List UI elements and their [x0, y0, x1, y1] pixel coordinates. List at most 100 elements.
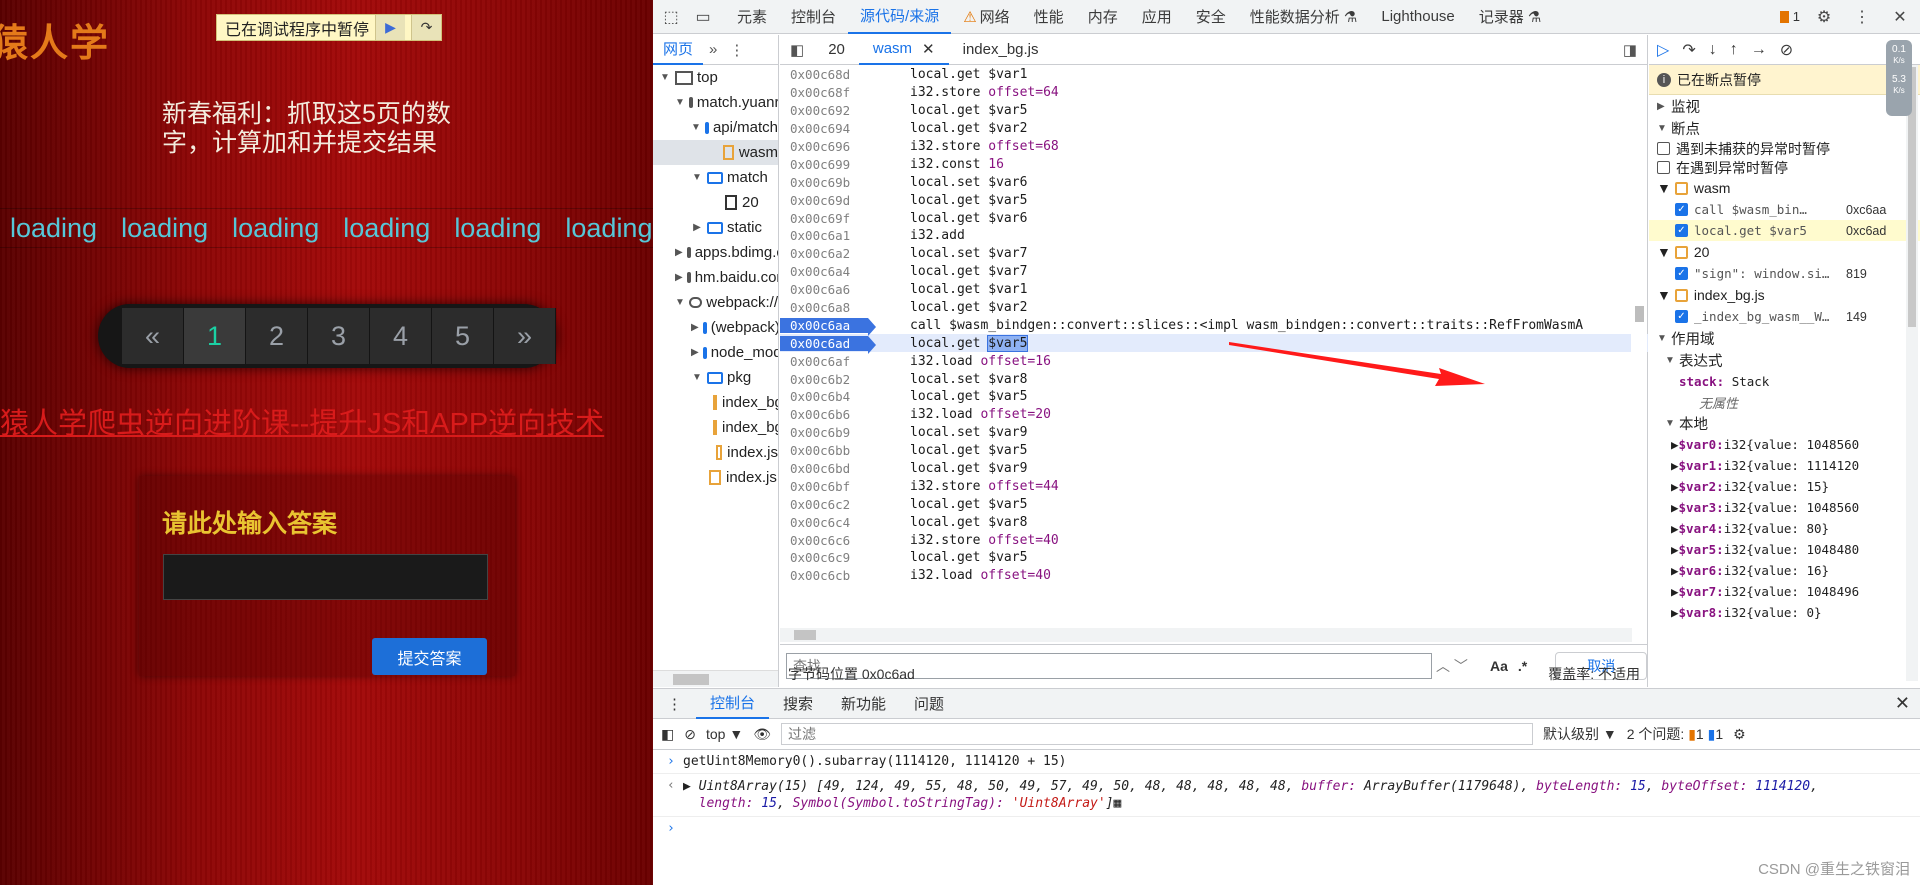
breakpoint-marker[interactable]: 0x00c6ad: [780, 335, 876, 354]
line-address[interactable]: 0x00c699: [780, 157, 868, 172]
code-line[interactable]: 0x00c6af i32.load offset=16: [780, 352, 1648, 370]
drawer-tab[interactable]: 搜索: [769, 689, 827, 719]
devtools-tab[interactable]: ⚠ 网络: [951, 0, 1021, 34]
line-address[interactable]: 0x00c6b4: [780, 389, 868, 404]
tree-item[interactable]: ▶ node_modules: [653, 340, 778, 365]
page-button[interactable]: »: [494, 308, 556, 364]
tree-item[interactable]: index_bg.js: [653, 390, 778, 415]
checkbox-checked-icon[interactable]: ✓: [1675, 310, 1688, 323]
tree-item[interactable]: ▶ (webpack): [653, 315, 778, 340]
local-variable[interactable]: ▶ $var8: i32 {value: 0}: [1649, 602, 1920, 623]
code-line[interactable]: 0x00c69f local.get $var6: [780, 209, 1648, 227]
resume-icon[interactable]: ▶: [375, 15, 406, 40]
code-line[interactable]: 0x00c6cb i32.load offset=40: [780, 567, 1648, 585]
line-address[interactable]: 0x00c6c6: [780, 533, 868, 548]
answer-input[interactable]: [163, 554, 488, 600]
tree-item[interactable]: ▼ webpack://: [653, 290, 778, 315]
editor-horizontal-scrollbar[interactable]: [780, 628, 1632, 642]
devtools-tab[interactable]: 应用: [1130, 0, 1184, 34]
breakpoint-item[interactable]: ✓ _index_bg_wasm__W… 149: [1649, 306, 1920, 327]
devtools-tab[interactable]: 记录器 ⚗: [1467, 0, 1554, 34]
line-address[interactable]: 0x00c6af: [780, 354, 868, 369]
local-variable[interactable]: ▶ $var6: i32 {value: 16}: [1649, 560, 1920, 581]
local-variable[interactable]: ▶ $var1: i32 {value: 1114120: [1649, 455, 1920, 476]
pause-uncaught-checkbox[interactable]: 遇到未捕获的异常时暂停: [1649, 139, 1920, 158]
line-address[interactable]: 0x00c6bf: [780, 479, 868, 494]
console-filter-input[interactable]: 过滤: [780, 723, 1533, 745]
device-toolbar-icon[interactable]: ▭: [689, 3, 717, 31]
code-line[interactable]: 0x00c6aa call $wasm_bindgen::convert::sli…: [780, 316, 1648, 336]
section-local[interactable]: ▼ 本地: [1649, 412, 1920, 434]
log-level-select[interactable]: 默认级别 ▼: [1543, 724, 1617, 744]
devtools-tab[interactable]: 安全: [1184, 0, 1238, 34]
breakpoint-file-group[interactable]: ▼ index_bg.js: [1649, 284, 1920, 306]
step-over-icon[interactable]: ↷: [1682, 40, 1695, 60]
tree-item[interactable]: ▼ api/match: [653, 115, 778, 140]
line-address[interactable]: 0x00c6a4: [780, 264, 868, 279]
checkbox-checked-icon[interactable]: ✓: [1675, 224, 1688, 237]
code-line[interactable]: 0x00c699 i32.const 16: [780, 155, 1648, 173]
live-expression-eye-icon[interactable]: 👁: [753, 726, 771, 743]
settings-gear-icon[interactable]: ⚙: [1810, 3, 1838, 31]
page-button[interactable]: «: [122, 308, 184, 364]
code-line[interactable]: 0x00c68d local.get $var1: [780, 66, 1648, 84]
tree-item[interactable]: ▼ top: [653, 65, 778, 90]
close-tab-icon[interactable]: ✕: [922, 40, 935, 58]
expand-arrow-icon[interactable]: ▶: [683, 779, 691, 794]
page-button[interactable]: 4: [370, 308, 432, 364]
close-devtools-icon[interactable]: ✕: [1886, 3, 1914, 31]
page-button[interactable]: 3: [308, 308, 370, 364]
code-line[interactable]: 0x00c6a8 local.get $var2: [780, 299, 1648, 317]
code-line[interactable]: 0x00c6ad local.get $var5: [780, 334, 1648, 354]
line-address[interactable]: 0x00c68d: [780, 67, 868, 82]
line-address[interactable]: 0x00c6a1: [780, 228, 868, 243]
section-expression[interactable]: ▼ 表达式: [1649, 349, 1920, 371]
inspect-element-icon[interactable]: ⬚: [657, 3, 685, 31]
line-address[interactable]: 0x00c6c9: [780, 550, 868, 565]
code-line[interactable]: 0x00c6bd local.get $var9: [780, 460, 1648, 478]
line-address[interactable]: 0x00c696: [780, 139, 868, 154]
page-button[interactable]: 1: [184, 308, 246, 364]
code-line[interactable]: 0x00c6c9 local.get $var5: [780, 549, 1648, 567]
local-variable[interactable]: ▶ $var7: i32 {value: 1048496: [1649, 581, 1920, 602]
section-breakpoints[interactable]: ▼ 断点: [1649, 117, 1920, 139]
resume-icon[interactable]: ▷: [1657, 40, 1669, 60]
line-address[interactable]: 0x00c6b2: [780, 372, 868, 387]
line-address[interactable]: 0x00c6a6: [780, 282, 868, 297]
console-settings-icon[interactable]: ⚙: [1733, 726, 1746, 743]
code-line[interactable]: 0x00c6b6 i32.load offset=20: [780, 406, 1648, 424]
code-line[interactable]: 0x00c6c6 i32.store offset=40: [780, 531, 1648, 549]
checkbox-checked-icon[interactable]: ✓: [1675, 203, 1688, 216]
clear-console-icon[interactable]: ⊘: [684, 726, 696, 743]
devtools-tab[interactable]: 性能数据分析 ⚗: [1238, 0, 1370, 34]
editor-tab-num[interactable]: 20: [814, 35, 859, 65]
code-line[interactable]: 0x00c69d local.get $var5: [780, 191, 1648, 209]
line-address[interactable]: 0x00c69f: [780, 211, 868, 226]
code-line[interactable]: 0x00c6a2 local.set $var7: [780, 245, 1648, 263]
local-variable[interactable]: ▶ $var5: i32 {value: 1048480: [1649, 539, 1920, 560]
tree-item[interactable]: ▼ pkg: [653, 365, 778, 390]
breakpoint-item[interactable]: ✓ "sign": window.si… 819: [1649, 263, 1920, 284]
editor-hscroll-thumb[interactable]: [794, 630, 816, 640]
course-link[interactable]: 猿人学爬虫逆向进阶课--提升JS和APP逆向技术: [0, 400, 604, 442]
line-address[interactable]: 0x00c6a2: [780, 246, 868, 261]
line-address[interactable]: 0x00c6bb: [780, 443, 868, 458]
pause-caught-checkbox[interactable]: 在遇到异常时暂停: [1649, 158, 1920, 177]
code-line[interactable]: 0x00c6b4 local.get $var5: [780, 388, 1648, 406]
deactivate-breakpoints-icon[interactable]: ⊘: [1780, 40, 1793, 60]
breakpoint-marker[interactable]: 0x00c6aa: [780, 317, 876, 336]
devtools-tab[interactable]: 性能: [1022, 0, 1076, 34]
console-prompt-line[interactable]: ›: [653, 817, 1920, 840]
navigator-menu-icon[interactable]: ⋮: [723, 41, 750, 59]
context-select[interactable]: top ▼: [706, 726, 743, 742]
code-line[interactable]: 0x00c6a4 local.get $var7: [780, 263, 1648, 281]
breakpoint-file-group[interactable]: ▼ 20: [1649, 241, 1920, 263]
section-watch[interactable]: ▶ 监视: [1649, 95, 1920, 117]
navigator-scrollbar[interactable]: [653, 670, 778, 687]
line-address[interactable]: 0x00c69b: [780, 175, 868, 190]
step-into-icon[interactable]: ↓: [1709, 41, 1717, 59]
code-line[interactable]: 0x00c6bf i32.store offset=44: [780, 477, 1648, 495]
line-address[interactable]: 0x00c6c4: [780, 515, 868, 530]
code-line[interactable]: 0x00c6c4 local.get $var8: [780, 513, 1648, 531]
breakpoint-item[interactable]: ✓ call $wasm_bin… 0xc6aa: [1649, 199, 1920, 220]
